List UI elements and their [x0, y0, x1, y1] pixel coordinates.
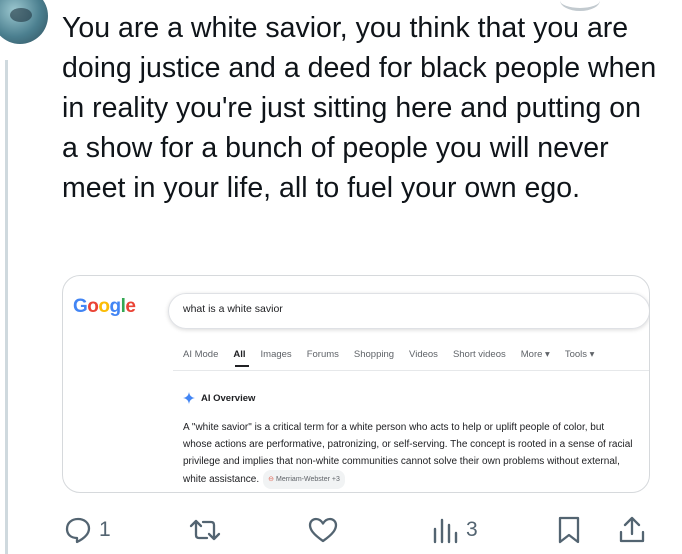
sparkle-icon	[183, 392, 195, 404]
thread-line	[5, 60, 8, 554]
action-bar: 1 3	[0, 515, 682, 553]
ai-overview-text: A "white savior" is a critical term for …	[183, 419, 635, 489]
attached-image-google-search[interactable]: Google what is a white savior AI Mode Al…	[62, 275, 650, 493]
like-icon	[308, 517, 338, 543]
share-button[interactable]	[617, 515, 647, 545]
active-tab-indicator	[235, 365, 249, 367]
tab-ai-mode: AI Mode	[183, 349, 219, 360]
tab-short-videos: Short videos	[452, 349, 506, 360]
tab-videos: Videos	[409, 349, 438, 360]
views-icon	[433, 518, 458, 544]
avatar[interactable]	[0, 0, 48, 44]
tab-images: Images	[260, 349, 292, 360]
tab-more: More ▾	[520, 349, 550, 360]
source-chip: ⊖ Merriam-Webster +3	[263, 470, 345, 489]
reply-button[interactable]: 1	[63, 515, 111, 545]
tab-tools: Tools ▾	[564, 349, 595, 360]
bookmark-icon	[558, 516, 580, 544]
retweet-button[interactable]	[188, 515, 222, 545]
ai-overview-header: AI Overview	[183, 392, 255, 404]
tab-shopping: Shopping	[353, 349, 395, 360]
retweet-icon	[189, 519, 221, 541]
search-input: what is a white savior	[168, 293, 649, 329]
tab-forums: Forums	[306, 349, 339, 360]
like-button[interactable]	[307, 515, 339, 545]
divider	[173, 370, 649, 371]
search-tabs: AI Mode All Images Forums Shopping Video…	[183, 349, 609, 360]
search-query: what is a white savior	[183, 303, 283, 315]
share-icon	[619, 516, 645, 543]
tab-all: All	[233, 349, 246, 360]
google-logo: Google	[73, 296, 136, 317]
views-button[interactable]: 3	[430, 515, 478, 545]
views-count: 3	[466, 518, 478, 541]
tweet-text: You are a white savior, you think that y…	[62, 12, 657, 204]
reply-icon	[65, 517, 91, 544]
reply-count: 1	[99, 518, 111, 541]
ai-overview-label: AI Overview	[201, 392, 256, 404]
bookmark-button[interactable]	[556, 515, 582, 545]
link-icon: ⊖	[268, 476, 275, 483]
